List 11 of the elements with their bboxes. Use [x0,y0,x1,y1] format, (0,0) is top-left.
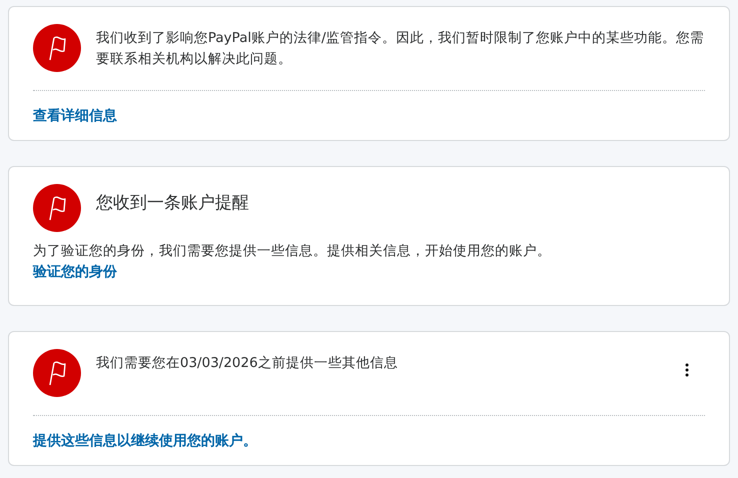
alert-title: 您收到一条账户提醒 [96,192,249,214]
notice-link[interactable]: 查看详细信息 [33,106,117,126]
notice-message: 我们需要您在03/03/2026之前提供一些其他信息 [96,354,399,373]
verify-identity-link[interactable]: 验证您的身份 [33,262,117,282]
notice-message: 我们收到了影响您PayPal账户的法律/监管指令。因此，我们暂时限制了您账户中的某些功能。您需要联系相关机构以解决此问题。 [96,29,705,69]
flag-icon [33,349,81,397]
flag-icon [33,184,81,232]
notice-link[interactable]: 提供这些信息以继续使用您的账户。 [33,431,257,451]
more-options-icon [685,363,689,377]
alert-message: 为了验证您的身份，我们需要您提供一些信息。提供相关信息，开始使用您的账户。 [33,242,552,261]
flag-icon [33,24,81,72]
